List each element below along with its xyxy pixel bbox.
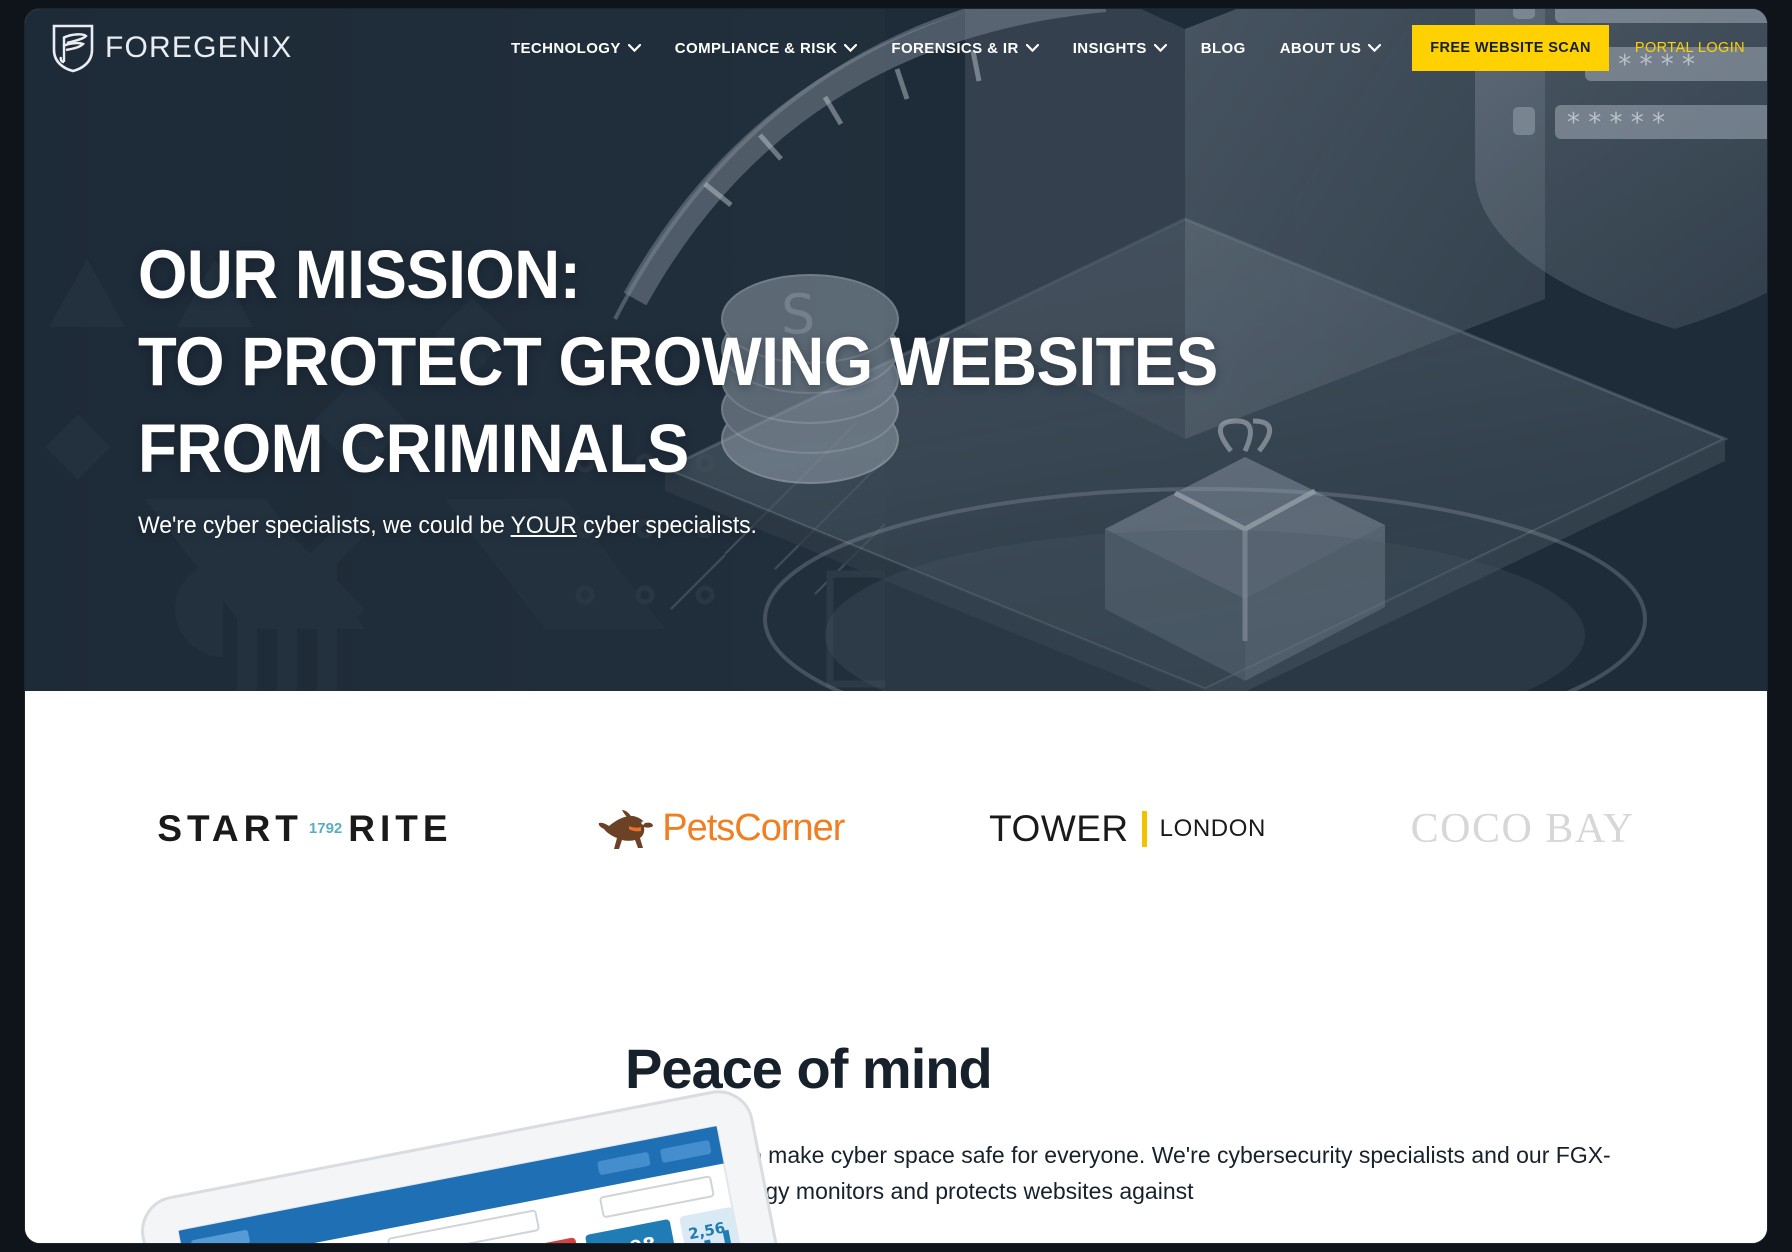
peace-of-mind-inner: 124,3 1,48 2 <box>25 1026 1767 1243</box>
nav-item-blog[interactable]: BLOG <box>1184 40 1263 57</box>
peace-of-mind-title: Peace of mind <box>625 1037 993 1100</box>
start-rite-text-left: START <box>157 807 303 849</box>
main-navigation: FOREGENIX TECHNOLOGY COMPLIANCE & RISK F… <box>25 9 1767 87</box>
chevron-down-icon <box>627 44 641 52</box>
client-logo-coco-bay: COCO BAY <box>1411 805 1635 853</box>
hero-subtitle: We're cyber specialists, we could be YOU… <box>138 512 1265 540</box>
logo-wordmark: FOREGENIX <box>105 31 293 64</box>
chevron-down-icon <box>844 44 858 52</box>
tablet-dashboard-image: 124,3 1,48 2 <box>141 1090 824 1243</box>
tower-divider-bar <box>1141 810 1147 847</box>
nav-item-label: FORENSICS & IR <box>891 39 1019 57</box>
london-wordmark: LONDON <box>1159 814 1266 842</box>
nav-item-forensics-ir[interactable]: FORENSICS & IR <box>874 40 1055 57</box>
svg-text:* * * * *: * * * * * <box>1567 108 1665 138</box>
hero-copy: OUR MISSION: TO PROTECT GROWING WEBSITES… <box>138 231 1312 540</box>
nav-item-insights[interactable]: INSIGHTS <box>1056 40 1184 57</box>
hero-subtitle-emphasis: YOUR <box>510 512 577 539</box>
hero-title: OUR MISSION: TO PROTECT GROWING WEBSITES… <box>138 236 1218 487</box>
hero-subtitle-before: We're cyber specialists, we could be <box>138 512 511 539</box>
nav-item-compliance-risk[interactable]: COMPLIANCE & RISK <box>658 40 875 57</box>
tablet-image-column: 124,3 1,48 2 <box>25 1026 824 1243</box>
start-rite-text-right: RITE <box>348 807 453 849</box>
nav-item-label: BLOG <box>1200 39 1246 57</box>
nav-item-label: INSIGHTS <box>1072 39 1147 57</box>
hero-subtitle-after: cyber specialists. <box>576 512 757 539</box>
page-frame: * * * * * * * * * * * * * * * S FOREGENI… <box>24 8 1768 1244</box>
coco-bay-wordmark: COCO BAY <box>1410 805 1635 852</box>
start-rite-wordmark: START 1792 RITE <box>157 808 452 850</box>
running-dog-icon <box>598 809 654 849</box>
chevron-down-icon <box>1025 44 1039 52</box>
pets-corner-lockup: PetsCorner <box>597 807 845 851</box>
chevron-down-icon <box>1153 44 1167 52</box>
site-logo[interactable]: FOREGENIX <box>51 22 293 74</box>
chevron-down-icon <box>1368 44 1382 52</box>
nav-item-technology[interactable]: TECHNOLOGY <box>494 40 658 57</box>
nav-items: TECHNOLOGY COMPLIANCE & RISK FORENSICS &… <box>494 25 1767 71</box>
peace-text-column: Peace of mind Our goal is to make cyber … <box>625 1026 1675 1209</box>
tower-london-lockup: TOWER LONDON <box>989 808 1266 850</box>
client-logo-strip: START 1792 RITE PetsCorner TOWER LONDON <box>25 691 1767 966</box>
client-logo-tower-london: TOWER LONDON <box>989 808 1266 850</box>
nav-item-about-us[interactable]: ABOUT US <box>1263 40 1399 57</box>
nav-item-label: COMPLIANCE & RISK <box>674 39 838 57</box>
tower-wordmark: TOWER <box>989 807 1129 849</box>
nav-item-label: TECHNOLOGY <box>510 39 621 57</box>
pets-corner-wordmark: PetsCorner <box>662 807 845 849</box>
hero-section: * * * * * * * * * * * * * * * S FOREGENI… <box>25 9 1767 691</box>
peace-of-mind-section: 124,3 1,48 2 <box>25 966 1767 1243</box>
nav-item-label: ABOUT US <box>1279 39 1362 57</box>
free-website-scan-button[interactable]: FREE WEBSITE SCAN <box>1412 25 1609 71</box>
portal-login-link[interactable]: PORTAL LOGIN <box>1609 40 1767 56</box>
start-rite-year: 1792 <box>308 820 343 837</box>
foregenix-shield-icon <box>52 24 94 73</box>
client-logo-pets-corner: PetsCorner <box>597 807 845 851</box>
client-logo-start-rite: START 1792 RITE <box>157 808 452 850</box>
